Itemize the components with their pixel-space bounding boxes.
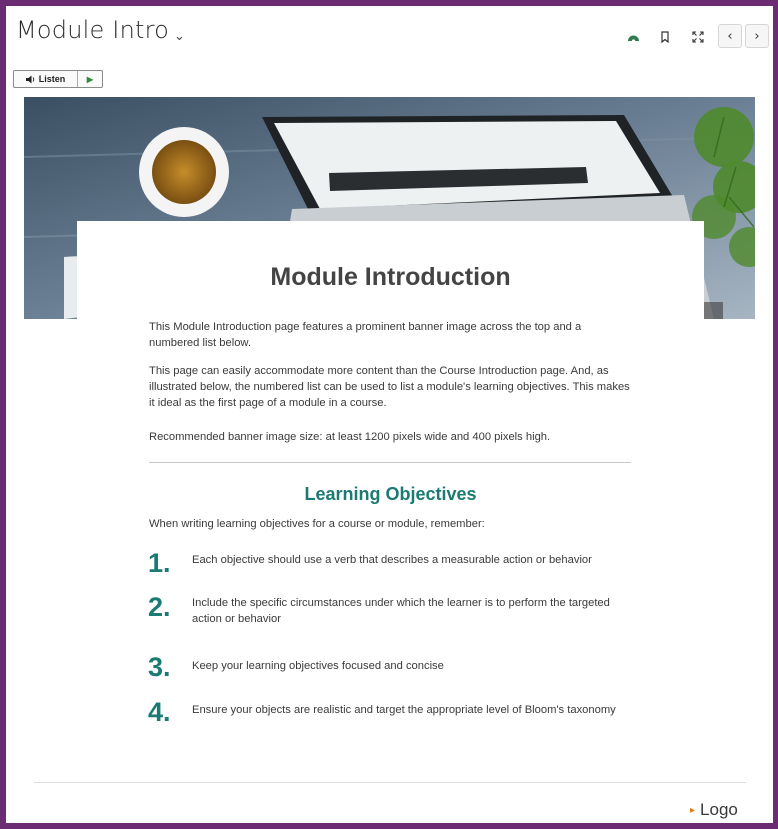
title-dropdown-chevron-icon[interactable]: ⌄ <box>174 28 185 44</box>
progress-icon[interactable] <box>626 30 640 44</box>
play-icon: ▶ <box>86 74 94 84</box>
listen-label: Listen <box>38 74 66 84</box>
objectives-intro: When writing learning objectives for a c… <box>149 518 485 530</box>
play-button[interactable]: ▶ <box>78 71 102 87</box>
footer-divider <box>34 782 746 783</box>
objective-text: Keep your learning objectives focused an… <box>192 660 444 672</box>
objective-text: Ensure your objects are realistic and ta… <box>192 704 616 716</box>
logo-link[interactable]: ▸ Logo <box>690 800 738 820</box>
section-divider <box>149 462 631 463</box>
speaker-icon <box>25 75 34 83</box>
objective-number: 4. <box>148 697 171 727</box>
bookmark-icon[interactable] <box>658 30 672 44</box>
detail-paragraph: This page can easily accommodate more co… <box>149 365 630 409</box>
content-card: Module Introduction This Module Introduc… <box>77 221 704 761</box>
listen-button[interactable]: Listen <box>14 71 78 87</box>
listen-toolbar: Listen ▶ <box>13 70 103 88</box>
module-heading: Module Introduction <box>270 263 511 291</box>
next-page-button[interactable]: › <box>745 24 769 48</box>
objective-number: 3. <box>148 652 171 682</box>
logo-label: Logo <box>700 800 738 819</box>
intro-paragraph: This Module Introduction page features a… <box>149 321 582 349</box>
header-bar: Module Intro ⌄ ‹ › <box>6 6 772 62</box>
objective-text: Each objective should use a verb that de… <box>192 554 592 566</box>
previous-page-button[interactable]: ‹ <box>718 24 742 48</box>
objective-number: 2. <box>148 592 171 622</box>
fullscreen-icon[interactable] <box>691 30 705 44</box>
objective-text: Include the specific circumstances under… <box>192 597 610 625</box>
banner-size-paragraph: Recommended banner image size: at least … <box>149 431 551 443</box>
objective-number: 1. <box>148 548 171 578</box>
objectives-heading: Learning Objectives <box>304 484 477 504</box>
logo-arrow-icon: ▸ <box>690 804 696 816</box>
page-title: Module Intro <box>16 16 170 44</box>
